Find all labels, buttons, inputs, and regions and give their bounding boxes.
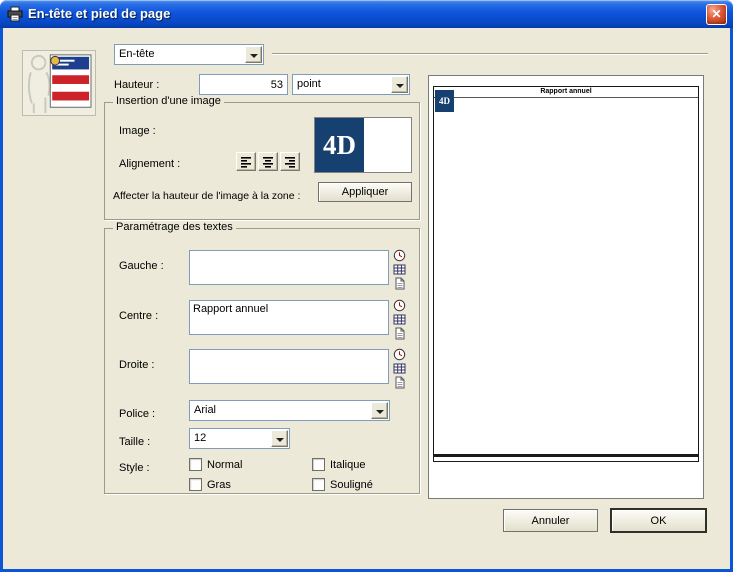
taille-select[interactable]: 12 <box>189 428 290 449</box>
image-group-title: Insertion d'une image <box>113 95 224 107</box>
ok-button[interactable]: OK <box>611 509 706 532</box>
centre-input[interactable]: Rapport annuel <box>189 300 389 335</box>
page-icon <box>393 376 406 389</box>
insert-page-count-button[interactable] <box>393 376 406 389</box>
separator-line <box>272 53 708 55</box>
style-label: Style : <box>119 462 150 474</box>
droite-input[interactable] <box>189 349 389 384</box>
police-select-value: Arial <box>194 404 216 416</box>
preview-logo-4d: 4D <box>435 90 454 112</box>
document-stripes-icon <box>23 51 95 115</box>
annuler-button[interactable]: Annuler <box>503 509 598 532</box>
checkbox-normal-label[interactable]: Normal <box>207 459 242 471</box>
image-preview: 4D <box>314 117 412 173</box>
title-bar: En-tête et pied de page ✕ <box>0 0 733 28</box>
clock-icon <box>393 299 406 312</box>
clock-icon <box>393 249 406 262</box>
align-right-button[interactable] <box>280 152 300 171</box>
grid-icon <box>393 313 406 326</box>
gauche-insert-icons <box>393 249 407 291</box>
close-icon: ✕ <box>711 7 721 21</box>
grid-icon <box>393 263 406 276</box>
centre-insert-icons <box>393 299 407 341</box>
unit-select-value: point <box>297 78 321 90</box>
chevron-down-icon[interactable] <box>271 430 288 447</box>
dialog-window: En-tête et pied de page ✕ En-tête Hauteu… <box>0 0 733 572</box>
appliquer-button[interactable]: Appliquer <box>318 182 412 202</box>
police-select[interactable]: Arial <box>189 400 390 421</box>
printer-icon <box>7 6 23 22</box>
textes-group-title: Paramétrage des textes <box>113 221 236 233</box>
align-center-icon <box>262 156 274 168</box>
align-left-icon <box>240 156 252 168</box>
taille-label: Taille : <box>119 436 150 448</box>
checkbox-souligne[interactable] <box>312 478 325 491</box>
checkbox-italique[interactable] <box>312 458 325 471</box>
zone-select[interactable]: En-tête <box>114 44 264 65</box>
preview-header-rule <box>434 97 698 98</box>
grid-icon <box>393 362 406 375</box>
checkbox-normal[interactable] <box>189 458 202 471</box>
hauteur-label: Hauteur : <box>114 79 159 91</box>
centre-label: Centre : <box>119 310 158 322</box>
preview-footer-rule <box>434 454 698 457</box>
preview-panel: Rapport annuel 4D <box>428 75 704 499</box>
checkbox-italique-label[interactable]: Italique <box>330 459 365 471</box>
chevron-down-icon[interactable] <box>371 402 388 419</box>
insert-time-button[interactable] <box>393 249 406 262</box>
textes-group: Paramétrage des textes Gauche : <box>104 228 420 494</box>
preview-logo-text: 4D <box>439 96 450 106</box>
logo-4d: 4D <box>315 118 364 172</box>
gauche-label: Gauche : <box>119 260 164 272</box>
align-right-icon <box>284 156 296 168</box>
chevron-down-icon[interactable] <box>391 76 408 93</box>
image-insertion-group: Insertion d'une image Image : 4D Alignem… <box>104 102 420 220</box>
align-left-button[interactable] <box>236 152 256 171</box>
zone-select-value: En-tête <box>119 48 154 60</box>
preview-header-text: Rapport annuel <box>434 88 698 95</box>
insert-page-count-button[interactable] <box>393 277 406 290</box>
affecter-label: Affecter la hauteur de l'image à la zone… <box>113 190 300 202</box>
insert-page-number-button[interactable] <box>393 263 406 276</box>
preview-page: Rapport annuel 4D <box>433 86 699 462</box>
insert-time-button[interactable] <box>393 299 406 312</box>
checkbox-souligne-label[interactable]: Souligné <box>330 479 373 491</box>
insert-page-number-button[interactable] <box>393 362 406 375</box>
taille-select-value: 12 <box>194 432 206 444</box>
header-footer-illustration <box>22 50 96 116</box>
logo-4d-text: 4D <box>323 130 356 161</box>
checkbox-gras-label[interactable]: Gras <box>207 479 231 491</box>
hauteur-input[interactable] <box>199 74 288 95</box>
unit-select[interactable]: point <box>292 74 410 95</box>
insert-page-count-button[interactable] <box>393 327 406 340</box>
alignement-label: Alignement : <box>119 158 180 170</box>
gauche-input[interactable] <box>189 250 389 285</box>
chevron-down-icon[interactable] <box>245 46 262 63</box>
police-label: Police : <box>119 408 155 420</box>
page-icon <box>393 277 406 290</box>
dialog-icon <box>7 6 23 22</box>
close-button[interactable]: ✕ <box>706 4 727 25</box>
clock-icon <box>393 348 406 361</box>
align-center-button[interactable] <box>258 152 278 171</box>
insert-page-number-button[interactable] <box>393 313 406 326</box>
dialog-title: En-tête et pied de page <box>28 6 170 21</box>
checkbox-gras[interactable] <box>189 478 202 491</box>
image-label: Image : <box>119 125 156 137</box>
insert-time-button[interactable] <box>393 348 406 361</box>
droite-insert-icons <box>393 348 407 390</box>
page-icon <box>393 327 406 340</box>
droite-label: Droite : <box>119 359 154 371</box>
